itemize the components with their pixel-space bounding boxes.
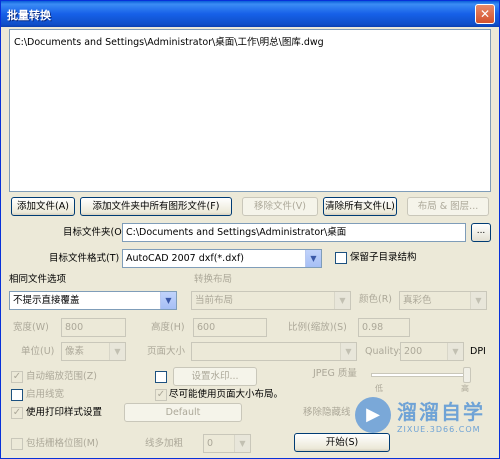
keep-subdir-checkbox[interactable]: [335, 252, 347, 264]
auto-zoom-label: 自动缩放范围(Z): [26, 371, 97, 382]
line-width-checkbox[interactable]: [11, 389, 23, 401]
include-raster-label: 包括栅格位图(M): [26, 438, 99, 449]
chevron-down-icon: ▼: [340, 343, 356, 360]
chevron-down-icon: ▼: [160, 292, 176, 309]
color-label: 颜色(R): [359, 294, 393, 305]
jpeg-quality-label: JPEG 质量: [313, 368, 357, 379]
ratio-label: 比例(缩放)(S): [288, 322, 347, 333]
target-format-select[interactable]: AutoCAD 2007 dxf(*.dxf) ▼: [122, 249, 322, 268]
use-page-size-checkbox[interactable]: ✓: [155, 389, 167, 401]
chevron-down-icon: ▼: [447, 343, 463, 360]
quality-select[interactable]: 200 ▼: [400, 342, 464, 361]
target-folder-input[interactable]: C:\Documents and Settings\Administrator\…: [122, 223, 466, 242]
watermark-button[interactable]: 设置水印...: [173, 367, 257, 386]
use-page-size-label: 尽可能使用页面大小布局。: [169, 389, 284, 400]
jpeg-quality-slider[interactable]: [371, 373, 471, 377]
close-icon[interactable]: ✕: [475, 4, 495, 24]
batch-convert-window: 批量转换 ✕ C:\Documents and Settings\Adminis…: [0, 0, 500, 459]
jpeg-quality-slider-thumb[interactable]: [463, 367, 471, 383]
chevron-down-icon: ▼: [109, 343, 125, 360]
add-file-button[interactable]: 添加文件(A): [11, 197, 75, 216]
chevron-down-icon: ▼: [470, 292, 486, 309]
color-value: 真彩色: [403, 295, 432, 306]
clear-all-files-button[interactable]: 清除所有文件(L): [323, 197, 397, 216]
target-folder-label: 目标文件夹(O): [63, 227, 126, 238]
width-label: 宽度(W): [13, 322, 49, 333]
window-title: 批量转换: [7, 9, 51, 22]
line-width-label: 启用线宽: [26, 389, 65, 400]
convert-layout-label: 转换布局: [194, 274, 233, 285]
height-label: 高度(H): [151, 322, 185, 333]
convert-layout-value: 当前布局: [195, 295, 234, 306]
print-style-label: 使用打印样式设置: [26, 407, 103, 418]
thread-value: 0: [207, 438, 214, 449]
default-button[interactable]: Default: [124, 403, 242, 422]
dpi-label: DPI: [470, 346, 486, 357]
width-input[interactable]: 800: [61, 318, 126, 337]
watermark-logo: ▶ 溜溜自学 ZIXUE.3D66.COM: [355, 396, 485, 434]
browse-button[interactable]: ...: [471, 223, 491, 242]
same-file-select[interactable]: 不提示直接覆盖 ▼: [9, 291, 177, 310]
height-input[interactable]: 600: [193, 318, 267, 337]
hidden-lines-label: 移除隐藏线: [303, 407, 351, 418]
jpeg-high-label: 高: [461, 384, 469, 393]
convert-layout-select[interactable]: 当前布局 ▼: [191, 291, 351, 310]
keep-subdir-label: 保留子目录结构: [350, 252, 417, 263]
unit-label: 单位(U): [21, 346, 55, 357]
chevron-down-icon: ▼: [305, 250, 321, 267]
include-raster-checkbox[interactable]: [11, 438, 23, 450]
title-bar[interactable]: 批量转换 ✕: [1, 1, 499, 27]
color-select[interactable]: 真彩色 ▼: [399, 291, 487, 310]
watermark-subtitle: ZIXUE.3D66.COM: [397, 425, 481, 434]
same-file-label: 相同文件选项: [9, 274, 67, 285]
page-size-label: 页面大小: [147, 346, 186, 357]
page-size-select[interactable]: ▼: [191, 342, 357, 361]
thread-select[interactable]: 0 ▼: [203, 434, 251, 453]
quality-value: 200: [404, 346, 423, 357]
file-list[interactable]: C:\Documents and Settings\Administrator\…: [9, 29, 491, 192]
print-style-checkbox[interactable]: ✓: [11, 407, 23, 419]
watermark-title: 溜溜自学: [397, 400, 485, 424]
auto-zoom-checkbox[interactable]: ✓: [11, 371, 23, 383]
target-format-value: AutoCAD 2007 dxf(*.dxf): [126, 253, 244, 264]
remove-file-button[interactable]: 移除文件(V): [242, 197, 318, 216]
ratio-input[interactable]: 0.98: [358, 318, 410, 337]
same-file-value: 不提示直接覆盖: [13, 295, 80, 306]
add-folder-files-button[interactable]: 添加文件夹中所有图形文件(F): [80, 197, 232, 216]
quality-label: Quality:: [365, 346, 402, 357]
play-icon: ▶: [355, 397, 391, 433]
list-item[interactable]: C:\Documents and Settings\Administrator\…: [14, 34, 324, 48]
chevron-down-icon: ▼: [334, 292, 350, 309]
chevron-down-icon: ▼: [234, 435, 250, 452]
unit-select[interactable]: 像素 ▼: [61, 342, 126, 361]
watermark-checkbox[interactable]: [155, 371, 167, 383]
target-format-label: 目标文件格式(T): [49, 253, 120, 264]
start-button[interactable]: 开始(S): [294, 433, 390, 452]
unit-value: 像素: [65, 346, 85, 357]
jpeg-low-label: 低: [375, 384, 383, 393]
thread-label: 线多加粗: [145, 438, 184, 449]
layout-layers-button[interactable]: 布局 & 图层...: [407, 197, 489, 216]
